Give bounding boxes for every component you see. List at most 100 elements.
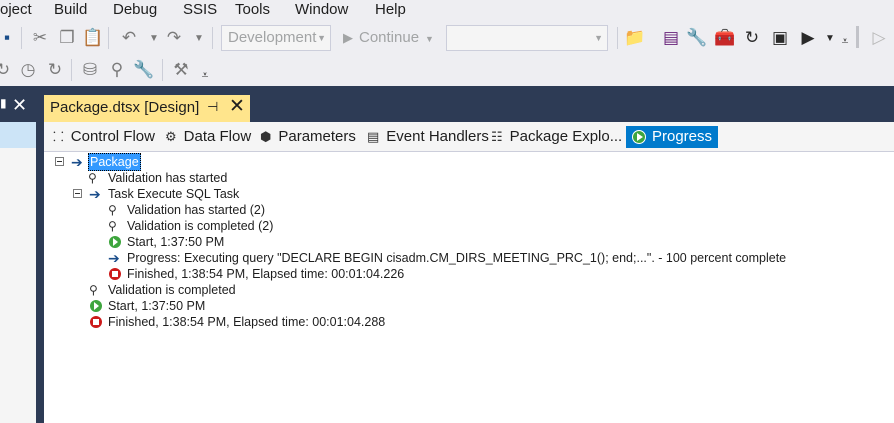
menu-build[interactable]: Build [54,0,87,20]
solution-configuration-combo[interactable]: Development ▼ [221,25,331,51]
search-database-icon[interactable]: ⚲ [106,59,128,81]
tree-item: Validation has started (2) [127,203,266,217]
panel-splitter[interactable] [36,122,44,423]
save-icon[interactable]: ▪ [0,27,18,49]
tree-item: Validation is completed [108,283,236,297]
chevron-down-icon: ▼ [594,33,603,43]
tree-item: Start, 1:37:50 PM [127,235,225,249]
pin-icon[interactable]: ▮ [0,96,7,110]
menu-bar: oject Build Debug SSIS Tools Window Help [0,0,894,22]
debug-toolbar: ↻ ◷ ↻ ⛁ ⚲ 🔧 ⚒ ⩡ [0,54,894,86]
toolbar-overflow-icon[interactable]: ⩡ [840,30,850,52]
refresh-icon[interactable]: ↻ [44,59,66,81]
stop-icon [90,316,102,328]
tab-label: Control Flow [70,128,155,145]
refresh-icon[interactable]: ↻ [741,27,763,49]
tab-label: Progress [652,128,713,145]
tree-item: Validation is completed (2) [127,219,274,233]
play-icon: ▶ [343,30,353,45]
arrow-right-icon: ➔ [71,154,83,170]
wrench-icon[interactable]: 🔧 [133,59,155,81]
menu-tools[interactable]: Tools [235,0,270,20]
folder-search-icon[interactable]: 📁 [624,27,646,49]
undo-icon[interactable]: ↶ [118,27,140,49]
menu-ssis[interactable]: SSIS [183,0,217,20]
tab-progress[interactable]: Progress [626,126,719,148]
tab-data-flow[interactable]: ⚙ Data Flow [165,126,251,148]
visual-studio-icon[interactable]: ▤ [660,27,682,49]
control-flow-icon: ⸬ [53,129,64,144]
toolbox-icon[interactable]: 🧰 [714,27,736,49]
designer-tab-strip: ⸬ Control Flow ⚙ Data Flow ⬢ Parameters ▤ Ev… [44,122,894,152]
terminal-icon[interactable]: ▶ [797,27,819,49]
toolbar-separator [71,59,72,81]
redo-icon[interactable]: ↷ [163,27,185,49]
document-tab-title: Package.dtsx [Design] [50,99,200,116]
document-tab[interactable]: Package.dtsx [Design] ⊣ ✕ [44,95,250,122]
play-icon[interactable]: ▷ [868,27,890,49]
toolbar-separator [162,59,163,81]
tab-event-handlers[interactable]: ▤ Event Handlers [367,126,489,148]
validation-key-icon: ⚲ [108,219,117,233]
progress-icon [632,130,646,144]
validation-key-icon: ⚲ [89,283,98,297]
redo-dropdown-icon[interactable]: ▼ [194,27,204,49]
close-icon[interactable]: ✕ [12,95,27,115]
cut-icon[interactable]: ✂ [29,27,51,49]
left-tool-panel [0,122,36,423]
chevron-down-icon: ▼ [425,34,434,44]
tree-item: Validation has started [108,171,228,185]
tree-item: Finished, 1:38:54 PM, Elapsed time: 00:0… [108,315,386,329]
undo-dropdown-icon[interactable]: ▼ [149,27,159,49]
collapse-toggle-icon[interactable] [73,189,82,198]
toolbar-separator [21,27,22,49]
continue-label: Continue [359,29,420,46]
arrow-right-icon: ➔ [108,250,120,266]
history-icon[interactable]: ◷ [17,59,39,81]
menu-project[interactable]: oject [0,0,32,20]
copy-icon[interactable]: ❐ [56,27,78,49]
collapse-toggle-icon[interactable] [55,157,64,166]
menu-window[interactable]: Window [295,0,348,20]
parameters-icon: ⬢ [260,129,272,144]
toolbar-separator [108,27,109,49]
toolbar-overflow-icon[interactable]: ⩡ [200,64,210,86]
tab-label: Event Handlers [386,128,489,145]
toolbar-separator [617,27,618,49]
toolbar-grip[interactable] [856,26,859,48]
tools-icon[interactable]: ⚒ [170,59,192,81]
tree-item: Progress: Executing query "DECLARE BEGIN… [127,251,787,265]
chevron-down-icon: ▼ [317,33,326,43]
tree-node-package[interactable]: Package [88,153,141,171]
start-icon [90,300,102,312]
tab-control-flow[interactable]: ⸬ Control Flow [53,126,155,148]
solution-configuration-value: Development [228,29,317,46]
tree-node-task[interactable]: Task Execute SQL Task [108,186,239,202]
database-icon[interactable]: ⛁ [79,59,101,81]
package-explorer-icon: ☷ [491,129,503,144]
tree-item: Finished, 1:38:54 PM, Elapsed time: 00:0… [127,267,405,281]
standard-toolbar: ▪ ✂ ❐ 📋 ↶ ▼ ↷ ▼ Development ▼ ▶ Continue ▼… [0,22,894,54]
menu-debug[interactable]: Debug [113,0,157,20]
continue-button[interactable]: ▶ Continue ▼ [343,26,434,50]
left-panel-selected-item[interactable] [0,122,36,148]
tree-node-label: Package [88,153,141,171]
close-icon[interactable]: ✕ [229,96,245,118]
tree-item: Start, 1:37:50 PM [108,299,206,313]
pin-icon[interactable]: ⊣ [207,99,218,115]
wrench-icon[interactable]: 🔧 [686,27,708,49]
tab-label: Data Flow [183,128,252,145]
solution-platform-combo[interactable]: ▼ [446,25,608,51]
tab-package-explorer[interactable]: ☷ Package Explo... [491,126,622,148]
tab-parameters[interactable]: ⬢ Parameters [260,126,356,148]
toolbar-dropdown-icon[interactable]: ▼ [825,27,835,49]
tab-label: Parameters [278,128,356,145]
start-icon [109,236,121,248]
restart-icon[interactable]: ↻ [0,59,14,81]
menu-help[interactable]: Help [375,0,406,20]
toolbar-separator [212,27,213,49]
extensions-icon[interactable]: ▣ [769,27,791,49]
tab-label: Package Explo... [509,128,623,145]
paste-icon[interactable]: 📋 [82,27,104,49]
data-flow-icon: ⚙ [165,129,177,144]
